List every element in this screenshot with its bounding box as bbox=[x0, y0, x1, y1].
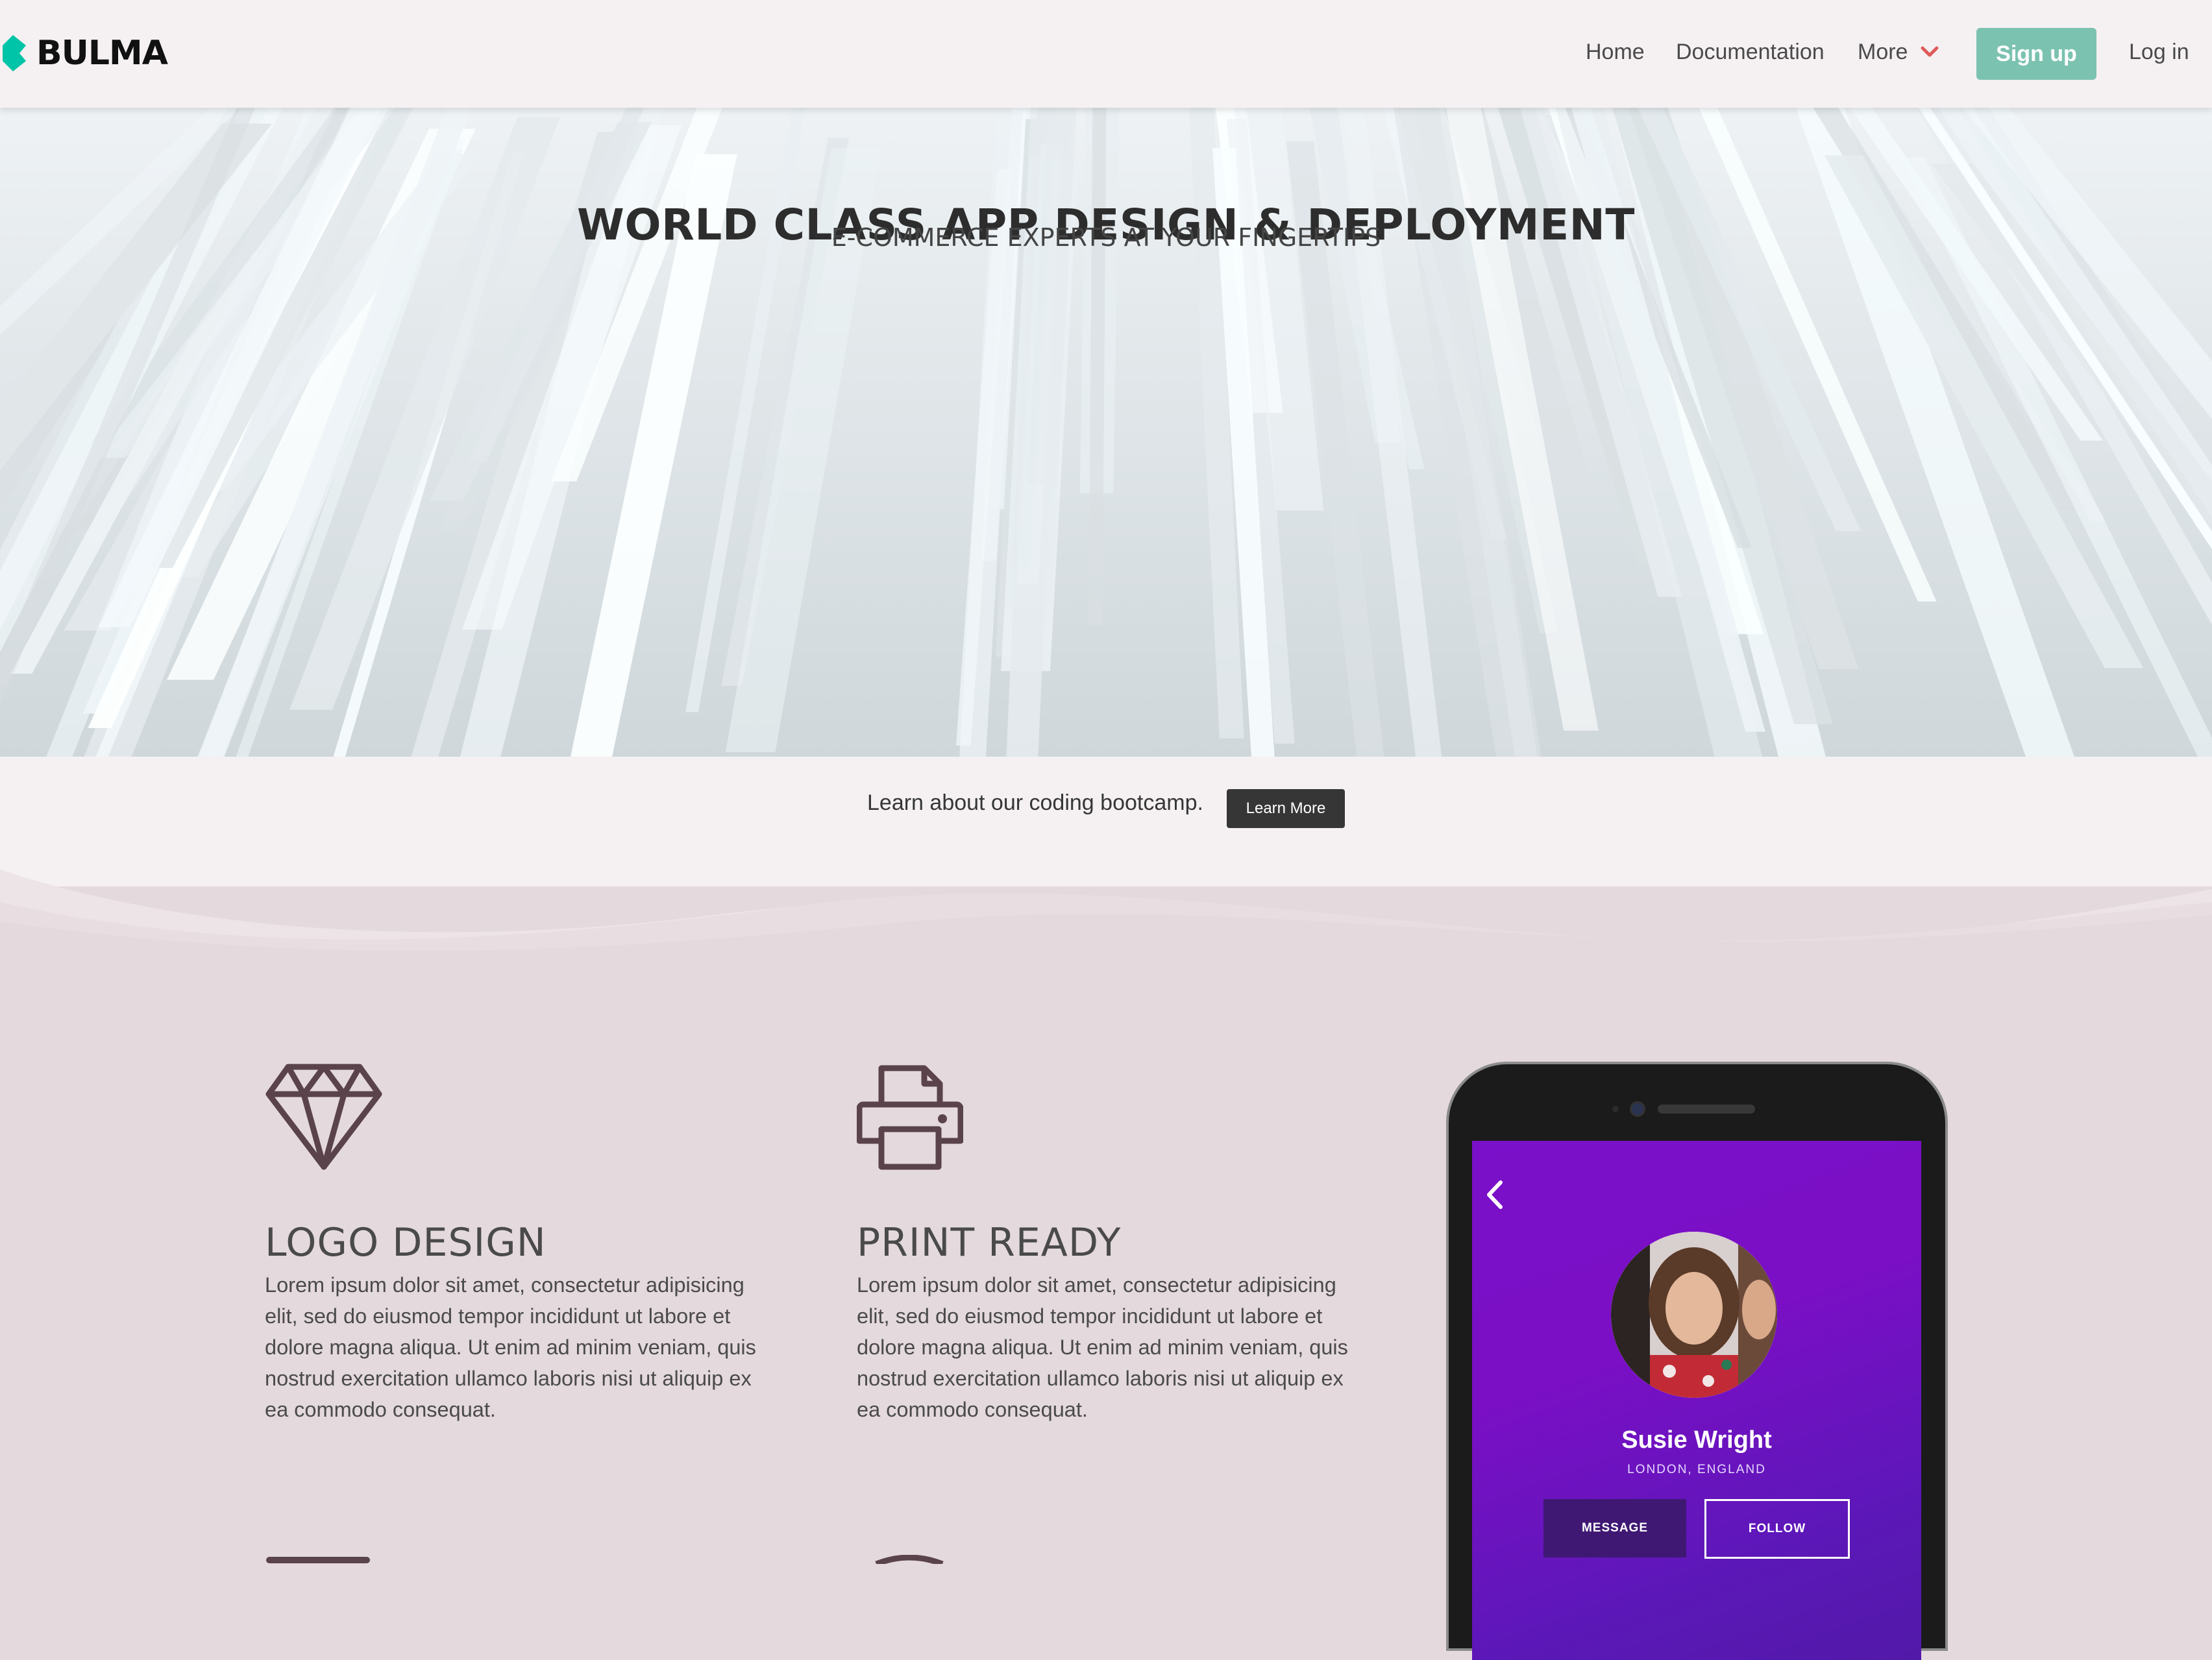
phone-mockup: Susie Wright LONDON, ENGLAND MESSAGE FOL… bbox=[1449, 1064, 1945, 1660]
learn-more-button[interactable]: Learn More bbox=[1227, 789, 1345, 828]
feature-print-ready: PRINT READY Lorem ipsum dolor sit amet, … bbox=[857, 1220, 1350, 1425]
brand-logo[interactable]: BULMA bbox=[3, 34, 168, 73]
profile-photo bbox=[1611, 1232, 1777, 1398]
wave-divider bbox=[0, 870, 2212, 1012]
feature-logo-design: LOGO DESIGN Lorem ipsum dolor sit amet, … bbox=[265, 1220, 758, 1425]
message-button[interactable]: MESSAGE bbox=[1543, 1499, 1686, 1557]
avatar bbox=[1611, 1232, 1777, 1398]
profile-location: LONDON, ENGLAND bbox=[1627, 1463, 1766, 1476]
cta-text: Learn about our coding bootcamp. bbox=[867, 790, 1203, 815]
feature-description: Lorem ipsum dolor sit amet, consectetur … bbox=[857, 1273, 1348, 1421]
navbar: BULMA Home Documentation More Sign up Lo… bbox=[0, 0, 2212, 108]
follow-button[interactable]: FOLLOW bbox=[1704, 1499, 1850, 1559]
feature-title: LOGO DESIGN bbox=[265, 1220, 547, 1265]
profile-name: Susie Wright bbox=[1621, 1426, 1772, 1454]
signup-button[interactable]: Sign up bbox=[1976, 28, 2096, 80]
phone-camera bbox=[1632, 1103, 1643, 1115]
phone-screen: Susie Wright LONDON, ENGLAND MESSAGE FOL… bbox=[1472, 1141, 1921, 1660]
feature-description: Lorem ipsum dolor sit amet, consectetur … bbox=[265, 1273, 756, 1421]
phone-speaker bbox=[1658, 1105, 1755, 1114]
login-link[interactable]: Log in bbox=[2129, 36, 2189, 67]
nav-documentation[interactable]: Documentation bbox=[1676, 36, 1825, 67]
hero-subtitle: E-COMMERCE EXPERTS AT YOUR FINGERTIPS bbox=[831, 223, 1381, 252]
nav-more-dropdown[interactable]: More bbox=[1858, 36, 1939, 67]
hero-section: WORLD CLASS APP DESIGN & DEPLOYMENT E-CO… bbox=[0, 108, 2212, 757]
bulma-logo-icon bbox=[3, 35, 26, 71]
partial-feature-icon bbox=[266, 1556, 370, 1568]
diamond-icon bbox=[265, 1063, 383, 1174]
nav-home[interactable]: Home bbox=[1586, 36, 1645, 67]
brand-name: BULMA bbox=[36, 34, 168, 73]
partial-feature-icon bbox=[874, 1554, 945, 1567]
nav-more-label: More bbox=[1858, 40, 1908, 64]
back-arrow-icon[interactable] bbox=[1485, 1180, 1505, 1210]
feature-title: PRINT READY bbox=[857, 1220, 1122, 1265]
printer-icon bbox=[856, 1064, 964, 1174]
phone-sensor bbox=[1612, 1106, 1619, 1112]
chevron-down-icon bbox=[1921, 46, 1939, 57]
